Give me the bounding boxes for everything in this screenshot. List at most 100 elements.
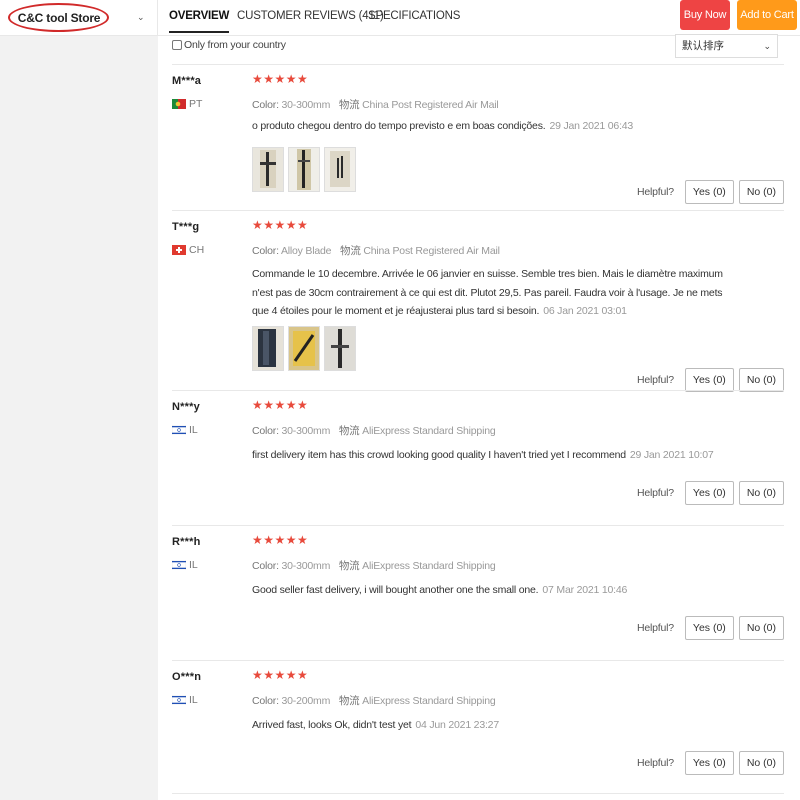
shipping-value: AliExpress Standard Shipping <box>362 695 496 707</box>
top-header: C&C tool Store ⌄ OVERVIEW CUSTOMER REVIE… <box>0 0 800 36</box>
review-text: first delivery item has this crowd looki… <box>252 446 752 465</box>
review-body: first delivery item has this crowd looki… <box>252 449 626 461</box>
color-label: Color: <box>252 695 279 707</box>
portugal-flag-icon <box>172 99 186 109</box>
review-meta: Color: 30-300mm 物流 China Post Registered… <box>252 97 499 112</box>
reviews-panel: Only from your country 默认排序 ⌄ M***a PT ★… <box>158 34 800 800</box>
star-rating-icon: ★★★★★ <box>252 398 309 412</box>
review-item: R***h IL ★★★★★ Color: 30-300mm 物流 AliExp… <box>172 525 784 660</box>
reviewer-name: T***g <box>172 221 200 233</box>
only-country-label[interactable]: Only from your country <box>184 39 286 51</box>
helpful-label: Helpful? <box>636 487 674 499</box>
review-text: Arrived fast, looks Ok, didn't test yet 0… <box>252 716 752 735</box>
helpful-controls: Helpful? Yes (0) No (0) <box>637 180 784 204</box>
color-value: 30-200mm <box>281 695 331 707</box>
chevron-down-icon: ⌄ <box>763 41 771 51</box>
shipping-label: 物流 <box>338 695 360 707</box>
color-value: 30-300mm <box>281 99 331 111</box>
review-photo[interactable] <box>288 326 320 371</box>
shipping-label: 物流 <box>338 99 360 111</box>
helpful-no-button[interactable]: No (0) <box>738 751 784 775</box>
helpful-no-button[interactable]: No (0) <box>738 481 784 505</box>
review-date: 04 Jun 2021 23:27 <box>415 719 499 731</box>
filter-bar: Only from your country 默认排序 ⌄ <box>158 34 800 60</box>
helpful-yes-button[interactable]: Yes (0) <box>684 180 734 204</box>
helpful-yes-button[interactable]: Yes (0) <box>684 368 734 392</box>
review-item: N***y IL ★★★★★ Color: 30-300mm 物流 AliExp… <box>172 390 784 525</box>
shipping-label: 物流 <box>340 245 361 257</box>
color-value: 30-300mm <box>281 560 331 572</box>
sort-select[interactable]: 默认排序 ⌄ <box>675 34 778 58</box>
review-photo[interactable] <box>324 326 356 371</box>
review-body: Commande le 10 decembre. Arrivée le 06 j… <box>252 268 723 317</box>
helpful-label: Helpful? <box>636 757 674 769</box>
review-photos <box>252 326 356 371</box>
review-date: 29 Jan 2021 10:07 <box>629 449 714 461</box>
helpful-yes-button[interactable]: Yes (0) <box>684 481 734 505</box>
buy-now-button[interactable]: Buy Now <box>680 0 730 30</box>
tab-specifications[interactable]: SPECIFICATIONS <box>368 0 460 32</box>
israel-flag-icon <box>172 425 186 435</box>
review-item: O***n IL ★★★★★ Color: 30-200mm 物流 AliExp… <box>172 660 784 793</box>
review-text: Commande le 10 decembre. Arrivée le 06 j… <box>252 265 732 321</box>
helpful-label: Helpful? <box>636 374 674 386</box>
review-photo[interactable] <box>252 147 284 192</box>
helpful-controls: Helpful? Yes (0) No (0) <box>637 751 784 775</box>
shipping-label: 物流 <box>338 560 360 572</box>
color-label: Color: <box>252 425 279 437</box>
review-meta: Color: 30-300mm 物流 AliExpress Standard S… <box>252 558 496 573</box>
reviewer-name: R***h <box>172 536 201 548</box>
shipping-value: China Post Registered Air Mail <box>363 245 500 257</box>
review-body: Arrived fast, looks Ok, didn't test yet <box>252 719 412 731</box>
add-to-cart-button[interactable]: Add to Cart <box>737 0 797 30</box>
review-text: o produto chegou dentro do tempo previst… <box>252 117 732 136</box>
chevron-down-icon[interactable]: ⌄ <box>137 0 145 34</box>
review-date: 06 Jan 2021 03:01 <box>543 305 627 317</box>
helpful-controls: Helpful? Yes (0) No (0) <box>637 368 784 392</box>
review-text: Good seller fast delivery, i will bought… <box>252 581 752 600</box>
review-item: T***g CH ★★★★★ Color: Alloy Blade 物流 Chi… <box>172 210 784 392</box>
helpful-yes-button[interactable]: Yes (0) <box>684 616 734 640</box>
color-value: 30-300mm <box>281 425 331 437</box>
star-rating-icon: ★★★★★ <box>252 668 309 682</box>
store-selector[interactable]: C&C tool Store ⌄ <box>0 0 158 36</box>
review-date: 07 Mar 2021 10:46 <box>542 584 628 596</box>
reviewer-name: M***a <box>172 75 202 87</box>
switzerland-flag-icon <box>172 245 186 255</box>
sort-select-value: 默认排序 <box>682 40 724 52</box>
review-photo[interactable] <box>252 326 284 371</box>
reviewer-name: N***y <box>172 401 200 413</box>
store-name[interactable]: C&C tool Store <box>0 0 118 36</box>
star-rating-icon: ★★★★★ <box>252 72 309 86</box>
color-label: Color: <box>252 245 279 257</box>
color-label: Color: <box>252 560 279 572</box>
review-photos <box>252 147 356 192</box>
review-meta: Color: Alloy Blade 物流 China Post Registe… <box>252 243 500 258</box>
review-meta: Color: 30-300mm 物流 AliExpress Standard S… <box>252 423 496 438</box>
shipping-value: China Post Registered Air Mail <box>362 99 499 111</box>
reviewer-country: IL <box>189 424 198 436</box>
tab-overview[interactable]: OVERVIEW <box>169 0 229 33</box>
only-country-checkbox[interactable] <box>172 40 182 50</box>
helpful-controls: Helpful? Yes (0) No (0) <box>637 481 784 505</box>
review-photo[interactable] <box>288 147 320 192</box>
shipping-value: AliExpress Standard Shipping <box>362 560 496 572</box>
reviewer-country: PT <box>189 98 203 110</box>
tab-customer-reviews[interactable]: CUSTOMER REVIEWS (411) <box>237 0 384 32</box>
shipping-label: 物流 <box>338 425 360 437</box>
helpful-no-button[interactable]: No (0) <box>738 368 784 392</box>
israel-flag-icon <box>172 560 186 570</box>
left-sidebar <box>0 36 158 800</box>
helpful-label: Helpful? <box>636 186 674 198</box>
helpful-no-button[interactable]: No (0) <box>738 180 784 204</box>
color-label: Color: <box>252 99 279 111</box>
review-body: Good seller fast delivery, i will bought… <box>252 584 539 596</box>
helpful-label: Helpful? <box>636 622 674 634</box>
review-item: M***a PT ★★★★★ Color: 30-300mm 物流 China … <box>172 64 784 210</box>
helpful-yes-button[interactable]: Yes (0) <box>684 751 734 775</box>
star-rating-icon: ★★★★★ <box>252 533 309 547</box>
star-rating-icon: ★★★★★ <box>252 218 309 232</box>
shipping-value: AliExpress Standard Shipping <box>362 425 496 437</box>
review-photo[interactable] <box>324 147 356 192</box>
helpful-no-button[interactable]: No (0) <box>738 616 784 640</box>
